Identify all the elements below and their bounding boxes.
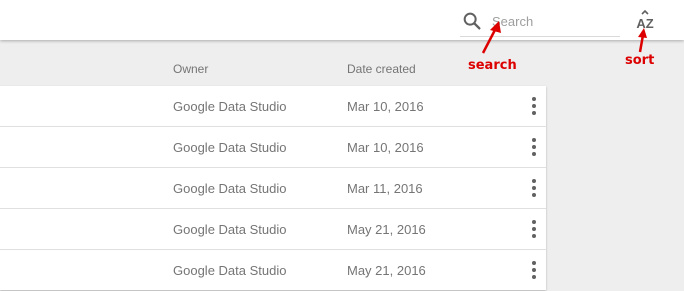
date-cell: Mar 10, 2016 [347,140,424,155]
table-row[interactable]: Google Data Studio Mar 10, 2016 [0,127,546,168]
owner-cell: Google Data Studio [173,99,287,114]
owner-cell: Google Data Studio [173,263,287,278]
column-header-owner[interactable]: Owner [173,62,208,76]
top-toolbar: AZ [0,0,684,40]
owner-cell: Google Data Studio [173,222,287,237]
owner-cell: Google Data Studio [173,140,287,155]
table-row[interactable]: Google Data Studio May 21, 2016 [0,209,546,250]
more-vert-icon[interactable] [526,178,542,198]
search-arrow-annotation [481,21,501,54]
table-row[interactable]: Google Data Studio Mar 10, 2016 [0,86,546,127]
date-cell: Mar 10, 2016 [347,99,424,114]
sort-annotation-label: sort [625,53,655,68]
more-vert-icon[interactable] [526,219,542,239]
owner-cell: Google Data Studio [173,181,287,196]
reports-table: Google Data Studio Mar 10, 2016 Google D… [0,86,546,290]
date-cell: May 21, 2016 [347,222,426,237]
more-vert-icon[interactable] [526,96,542,116]
more-vert-icon[interactable] [526,260,542,280]
search-annotation-label: search [468,58,517,73]
table-row[interactable]: Google Data Studio Mar 11, 2016 [0,168,546,209]
column-header-date-created[interactable]: Date created [347,62,416,76]
sort-arrow-annotation [638,28,647,53]
more-vert-icon[interactable] [526,137,542,157]
table-row[interactable]: Google Data Studio May 21, 2016 [0,250,546,291]
date-cell: Mar 11, 2016 [347,181,423,196]
date-cell: May 21, 2016 [347,263,426,278]
search-input[interactable] [492,11,618,31]
